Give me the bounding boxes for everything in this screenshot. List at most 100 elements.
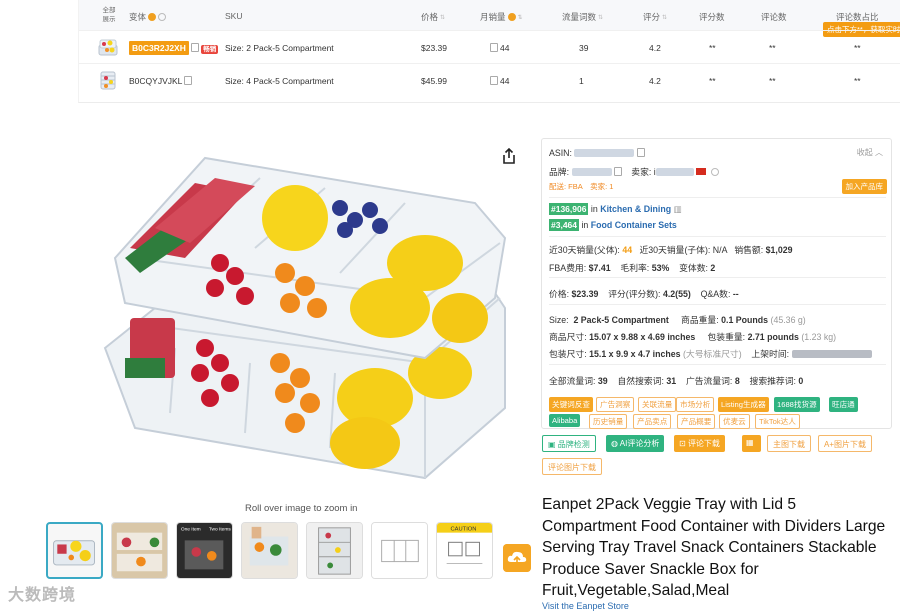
add-to-product-library-button[interactable]: 加入产品库 bbox=[841, 179, 887, 194]
upload-cloud-icon[interactable] bbox=[503, 544, 531, 572]
product-thumbnail bbox=[98, 39, 118, 56]
chip-product-summary[interactable]: 产品概要 bbox=[677, 414, 716, 429]
col-review-count: 评论数 bbox=[761, 12, 787, 22]
category-link[interactable]: Food Container Sets bbox=[591, 220, 677, 230]
col-variant[interactable]: 变体 bbox=[129, 11, 167, 23]
rating-cell: 4.2 bbox=[649, 43, 661, 53]
product-title: Eanpet 2Pack Veggie Tray with Lid 5 Comp… bbox=[542, 496, 886, 599]
thumbnail-6[interactable] bbox=[371, 522, 428, 579]
thumbnail-2[interactable] bbox=[111, 522, 168, 579]
fba-row: 配送: FBA 卖家: 1 bbox=[549, 181, 613, 192]
price-cell: $45.99 bbox=[421, 76, 447, 86]
thumbnail-1[interactable] bbox=[46, 522, 103, 579]
chip-keyword-reverse[interactable]: 关键词反查 bbox=[549, 397, 593, 412]
sort-icon: ⇅ bbox=[517, 15, 523, 21]
help-icon bbox=[158, 13, 167, 21]
variant-table: 全部展示 变体 SKU 价格 ⇅ 月销量 ⇅ 流量词数 ⇅ 评分 ⇅ 评分数 评论数 评… bbox=[78, 0, 900, 103]
table-row[interactable]: B0C3R2J2XH 畅销 Size: 2 Pack-5 Compartment… bbox=[79, 30, 900, 63]
copy-icon[interactable] bbox=[184, 76, 193, 85]
calculator-button[interactable]: ▦ bbox=[742, 435, 761, 452]
chart-icon[interactable] bbox=[490, 76, 498, 85]
copy-icon[interactable] bbox=[191, 43, 200, 52]
check-icon: ▣ bbox=[548, 440, 556, 449]
size-weight-row: Size: 2 Pack-5 Compartment 商品重量: 0.1 Pou… bbox=[549, 315, 806, 325]
sales-cell: 44 bbox=[490, 43, 509, 53]
rating-score-cell: ** bbox=[709, 76, 716, 86]
redacted-seller bbox=[655, 168, 694, 176]
table-row[interactable]: B0CQYJVJKL Size: 4 Pack-5 Compartment $4… bbox=[79, 63, 900, 96]
brand-seller-row: 品牌: 卖家: i bbox=[549, 165, 719, 178]
review-download-button[interactable]: ⊡ 评论下载 bbox=[674, 435, 725, 452]
asin-row: ASIN: bbox=[549, 148, 647, 158]
chip-market-analysis[interactable]: 市场分析 bbox=[676, 397, 715, 412]
redacted-asin bbox=[574, 149, 635, 157]
calculator-icon: ▦ bbox=[746, 438, 754, 447]
thumbnail-4[interactable] bbox=[241, 522, 298, 579]
chip-1688-sourcing[interactable]: 1688找货源 bbox=[774, 397, 820, 412]
col-traffic-words[interactable]: 流量词数 ⇅ bbox=[562, 11, 603, 23]
review-count-cell: ** bbox=[769, 43, 776, 53]
sort-icon: ⇅ bbox=[440, 15, 446, 21]
chip-selling-points[interactable]: 产品卖点 bbox=[633, 414, 672, 429]
col-rating-score: 评分数 bbox=[699, 12, 725, 22]
variant-table-header: 全部展示 变体 SKU 价格 ⇅ 月销量 ⇅ 流量词数 ⇅ 评分 ⇅ 评分数 评论数 评… bbox=[79, 0, 900, 30]
price-rating-row: 价格: $23.39 评分(评分数): 4.2(55) Q&A数: -- bbox=[549, 289, 739, 299]
store-link[interactable]: Visit the Eanpet Store bbox=[542, 601, 629, 611]
bar-chart-icon[interactable]: ▥ bbox=[674, 204, 682, 214]
watermark-logo: 大数跨境 bbox=[8, 587, 77, 604]
dimensions-row: 商品尺寸: 15.07 x 9.88 x 4.69 inches 包装重量: 2… bbox=[549, 332, 837, 342]
chip-ad-insight[interactable]: 广告洞察 bbox=[596, 397, 635, 412]
product-thumbnail bbox=[100, 71, 116, 90]
link-icon[interactable] bbox=[613, 167, 622, 176]
chevron-up-icon: ︿ bbox=[875, 148, 883, 157]
svg-text:Two Items: Two Items bbox=[209, 527, 232, 533]
col-price[interactable]: 价格 ⇅ bbox=[421, 11, 445, 23]
sort-icon: ⇅ bbox=[598, 15, 604, 21]
select-all-toggle[interactable]: 全部展示 bbox=[101, 6, 117, 24]
package-row: 包装尺寸: 15.1 x 9.9 x 4.7 inches (大号标准尺寸) 上… bbox=[549, 347, 872, 360]
thumbnail-7[interactable]: CAUTION bbox=[436, 522, 493, 579]
col-monthly-sales[interactable]: 月销量 ⇅ bbox=[480, 11, 523, 23]
review-count-cell: ** bbox=[769, 76, 776, 86]
variant-asin-cell[interactable]: B0CQYJVJKL bbox=[129, 76, 194, 86]
collapse-toggle[interactable]: 收起 ︿ bbox=[857, 147, 883, 158]
ai-review-analysis-button[interactable]: ◍ AI评论分析 bbox=[606, 435, 665, 452]
review-ratio-cell: ** bbox=[854, 43, 861, 53]
chart-icon[interactable] bbox=[490, 43, 498, 52]
variant-asin-cell[interactable]: B0C3R2J2XH 畅销 bbox=[129, 41, 219, 55]
aplus-image-download-button[interactable]: A+图片下载 bbox=[818, 435, 873, 452]
redacted-brand bbox=[571, 168, 612, 176]
rating-score-cell: ** bbox=[709, 43, 716, 53]
info-icon bbox=[148, 13, 157, 21]
traffic-row: 全部流量词: 39 自然搜索词: 31 广告流量词: 8 搜索推荐词: 0 bbox=[549, 376, 804, 386]
sku-cell: Size: 4 Pack-5 Compartment bbox=[225, 76, 334, 86]
traffic-cell: 1 bbox=[579, 76, 584, 86]
chip-history-sales[interactable]: 历史销量 bbox=[589, 414, 628, 429]
price-cell: $23.39 bbox=[421, 43, 447, 53]
thumbnail-3[interactable]: One Item Two Items bbox=[176, 522, 233, 579]
ai-icon: ◍ bbox=[611, 439, 618, 448]
chip-related-traffic[interactable]: 关联流量 bbox=[638, 397, 677, 412]
thumbnail-5[interactable] bbox=[306, 522, 363, 579]
category-link[interactable]: Kitchen & Dining bbox=[600, 204, 671, 214]
chip-alibaba[interactable]: Alibaba bbox=[549, 414, 581, 427]
copy-icon[interactable] bbox=[636, 148, 645, 157]
review-image-download-button[interactable]: 评论图片下载 bbox=[542, 458, 602, 475]
product-main-image[interactable] bbox=[95, 148, 515, 493]
delivery-method: 配送: FBA bbox=[549, 182, 583, 191]
sort-icon: ⇅ bbox=[662, 15, 668, 21]
chip-wangdiantong[interactable]: 旺店通 bbox=[829, 397, 858, 412]
chip-tiktok-influencer[interactable]: TikTok达人 bbox=[755, 414, 800, 429]
share-icon[interactable] bbox=[502, 148, 516, 164]
chip-youmaiyun[interactable]: 优麦云 bbox=[719, 414, 750, 429]
svg-text:One Item: One Item bbox=[181, 527, 201, 533]
sales-row: 近30天销量(父体): 44 近30天销量(子体): N/A 销售额: $1,0… bbox=[549, 245, 793, 255]
info-icon bbox=[507, 13, 516, 21]
brand-check-button[interactable]: ▣ 品牌检测 bbox=[542, 435, 596, 452]
main-image-download-button[interactable]: 主图下载 bbox=[767, 435, 811, 452]
chip-listing-generator[interactable]: Listing生成器 bbox=[718, 397, 769, 412]
rating-cell: 4.2 bbox=[649, 76, 661, 86]
redacted-listing-date bbox=[791, 350, 872, 358]
fee-row: FBA费用: $7.41 毛利率: 53% 变体数: 2 bbox=[549, 263, 716, 273]
col-rating[interactable]: 评分 ⇅ bbox=[643, 11, 667, 23]
